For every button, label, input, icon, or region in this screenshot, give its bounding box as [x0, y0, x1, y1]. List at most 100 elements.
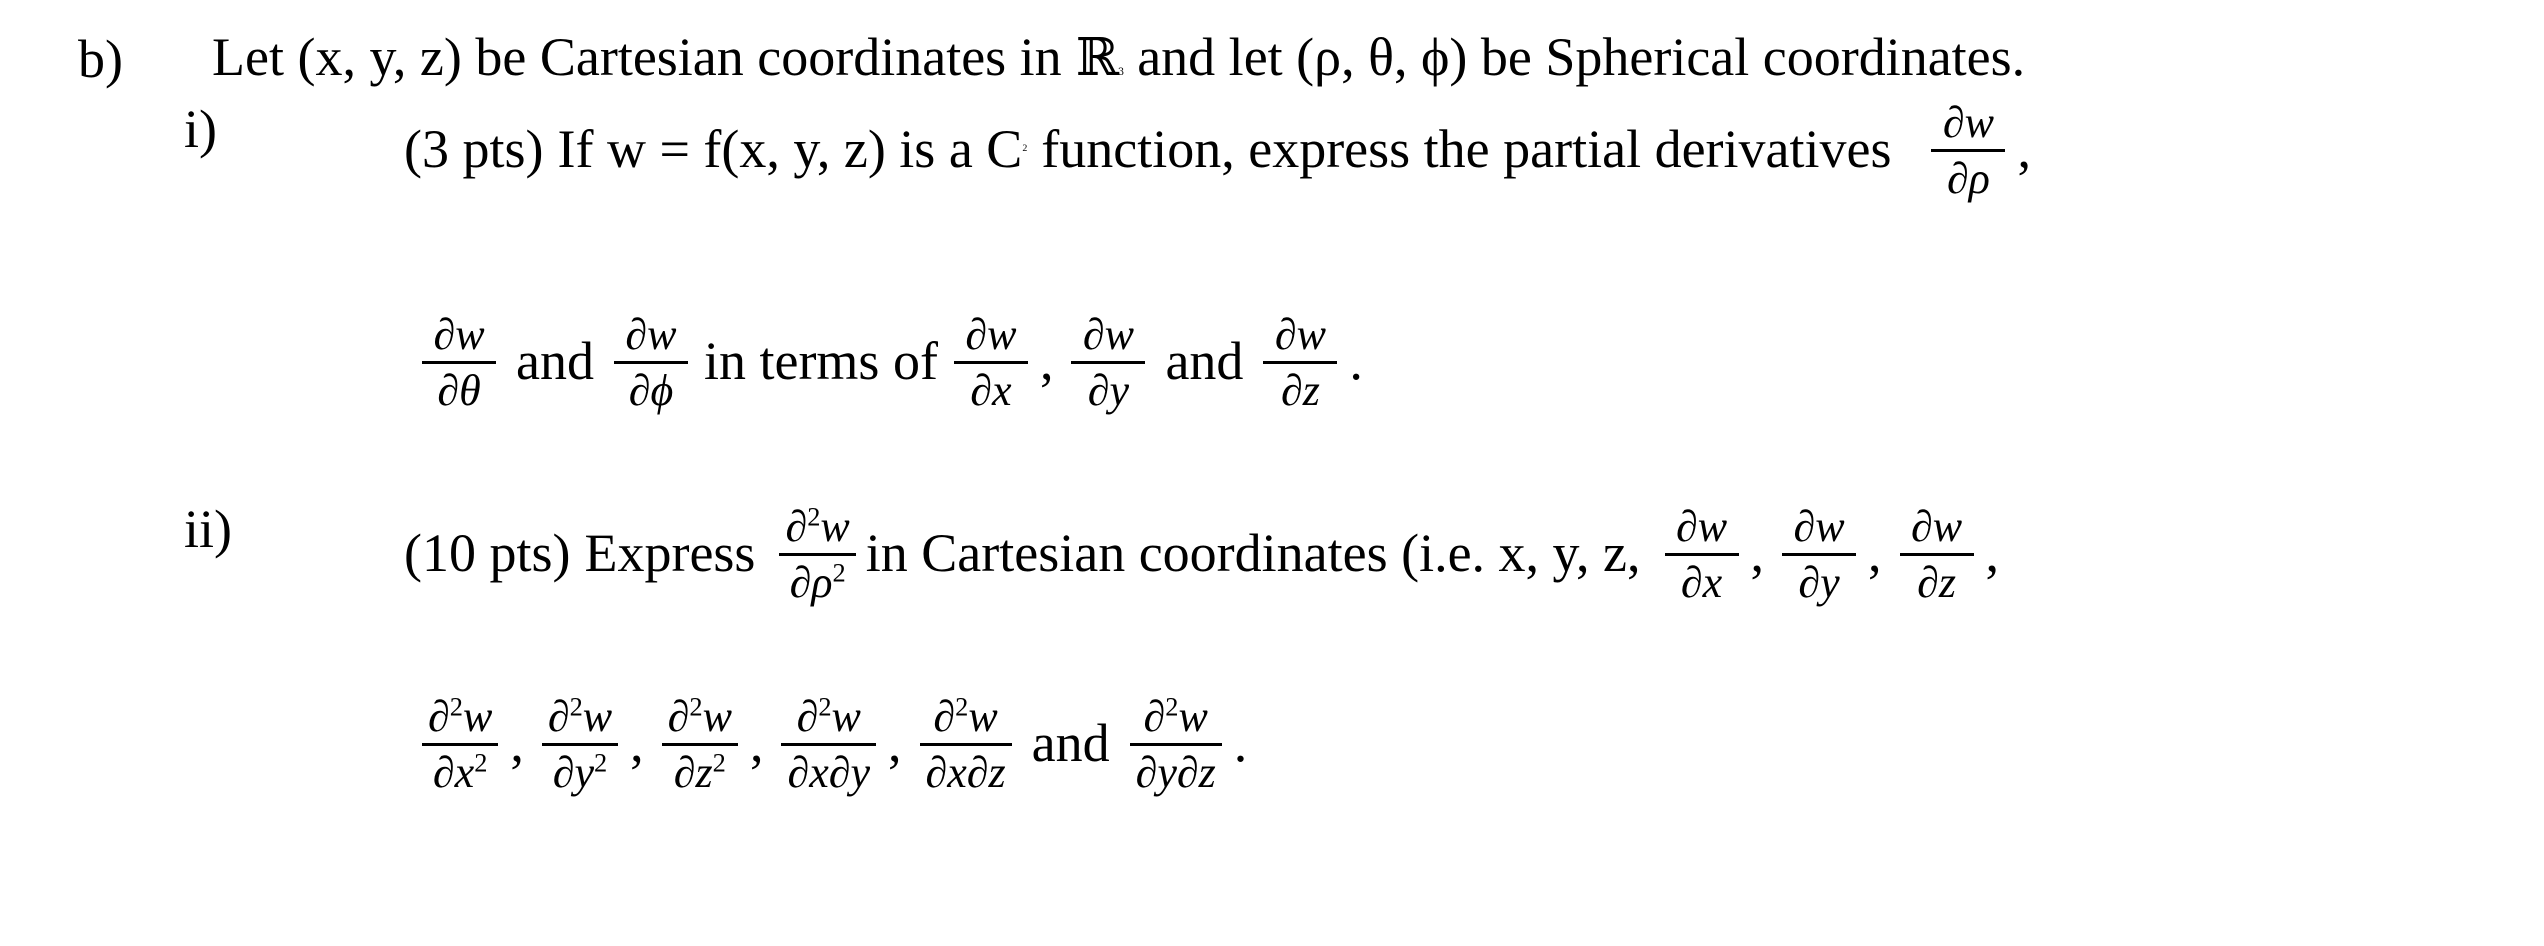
document-page: b) Let (x, y, z) be Cartesian coordinate… — [0, 0, 2544, 946]
partial-symbol: ∂ — [1680, 558, 1703, 608]
fraction-numerator: ∂w — [1077, 310, 1140, 361]
denominator-variable: θ — [459, 366, 481, 416]
trailing-period: . — [1233, 712, 1248, 773]
trailing-period: . — [1349, 330, 1363, 391]
intro-text-2: and let (ρ, θ, ϕ) be Spherical coordinat… — [1137, 27, 2026, 87]
partial-symbol: ∂ — [428, 692, 450, 741]
numerator-variable: w — [1104, 310, 1134, 359]
denominator-variable: ρ — [811, 558, 833, 608]
numerator-variable: w — [462, 692, 493, 741]
numerator-variable: w — [647, 310, 677, 359]
trailing-comma: , — [630, 712, 644, 773]
numerator-variable: w — [702, 692, 732, 741]
fraction-numerator: ∂w — [1670, 502, 1733, 553]
subpart-ii-text: in Cartesian coordinates (i.e. x, y, z, — [865, 522, 1641, 583]
fraction-denominator: ∂ϕ — [623, 364, 680, 415]
partial-symbol: ∂ — [796, 692, 819, 741]
fraction-denominator: ∂y — [1082, 364, 1135, 415]
fraction-d2w-dz2: ∂2w ∂z2 — [661, 692, 738, 798]
subpart-ii-line-2: ∂2w ∂x2 , ∂2w ∂y2 , ∂2w ∂z2 , ∂2w ∂x∂y ,… — [412, 690, 1255, 798]
fraction-numerator: ∂2w — [779, 502, 855, 553]
partial-symbol: ∂ — [1942, 98, 1965, 147]
partial-symbol: ∂ — [1793, 502, 1816, 551]
fraction-denominator: ∂z2 — [668, 746, 732, 797]
subpart-i-line-2: ∂w ∂θ and ∂w ∂ϕ in terms of ∂w ∂x , ∂w ∂… — [412, 308, 1371, 416]
fraction-numerator: ∂w — [1269, 310, 1332, 361]
denominator-exponent: 2 — [594, 747, 608, 778]
fraction-dw-dx: ∂w ∂x — [953, 310, 1028, 416]
fraction-d2w-dy2: ∂2w ∂y2 — [541, 692, 619, 798]
numerator-exponent: 2 — [569, 691, 583, 722]
fraction-numerator: ∂2w — [791, 692, 867, 743]
fraction-numerator: ∂w — [1905, 502, 1968, 553]
numerator-variable: w — [987, 310, 1017, 359]
part-label-b: b) — [78, 29, 123, 89]
fraction-numerator: ∂2w — [927, 692, 1003, 743]
fraction-dw-dphi: ∂w ∂ϕ — [613, 310, 688, 416]
fraction-numerator: ∂w — [427, 310, 490, 361]
numerator-variable: w — [1932, 502, 1963, 551]
fraction-denominator: ∂y2 — [547, 746, 613, 797]
fraction-d2w-dydz: ∂2w ∂y∂z — [1129, 692, 1222, 798]
trailing-comma: , — [1750, 522, 1765, 583]
partial-symbol: ∂ — [1798, 558, 1821, 608]
partial-symbol: ∂ — [432, 748, 455, 798]
numerator-variable: w — [1964, 98, 1995, 147]
numerator-exponent: 2 — [449, 691, 463, 722]
subpart-ii-points: (10 pts) — [404, 522, 571, 583]
partial-symbol: ∂ — [625, 310, 648, 359]
partial-symbol: ∂ — [1675, 502, 1698, 551]
denominator-variable: x — [454, 748, 475, 798]
fraction-denominator: ∂y∂z — [1130, 746, 1222, 797]
conjunction-and: and — [1031, 712, 1110, 773]
fraction-denominator: ∂x — [1675, 556, 1728, 607]
trailing-comma: , — [2017, 118, 2031, 179]
denominator-variable: ϕ — [650, 366, 674, 416]
fraction-d2w-dxdz: ∂2w ∂x∂z — [919, 692, 1012, 798]
denominator-variable: z — [1938, 558, 1956, 608]
trailing-comma: , — [749, 712, 764, 773]
denominator-variable: y — [1109, 366, 1130, 416]
denominator-variable: ρ — [1968, 154, 1990, 204]
subpart-label-ii: ii) — [184, 499, 232, 559]
fraction-denominator: ∂x∂y — [781, 746, 876, 797]
fraction-denominator: ∂z — [1911, 556, 1962, 607]
subpart-i-line-1: (3 pts) If w = f(x, y, z) is a C2 functi… — [404, 98, 2031, 204]
trailing-comma: , — [1985, 522, 2000, 583]
fraction-dw-dy: ∂w ∂y — [1782, 502, 1857, 608]
denominator-variable: y — [574, 748, 594, 798]
denominator-variable: z — [695, 748, 713, 798]
fraction-numerator: ∂2w — [422, 692, 498, 743]
numerator-variable: w — [968, 692, 998, 741]
partial-symbol: ∂ — [1135, 748, 1158, 798]
fraction-denominator: ∂z — [1275, 364, 1326, 415]
trailing-comma: , — [888, 712, 902, 773]
numerator-variable: w — [1178, 692, 1208, 741]
subpart-ii-verb: Express — [584, 522, 756, 583]
subpart-label-i: i) — [184, 99, 217, 159]
fraction-numerator: ∂2w — [1138, 692, 1214, 743]
real-numbers-symbol: ℝ — [1075, 28, 1119, 88]
fraction-d2w-dx2: ∂2w ∂x 2 — [422, 692, 499, 798]
numerator-exponent: 2 — [818, 691, 832, 722]
fraction-dw-dx: ∂w ∂x — [1664, 502, 1739, 608]
subpart-i-points: (3 pts) — [404, 118, 544, 179]
numerator-variable: w — [831, 692, 861, 741]
fraction-numerator: ∂w — [619, 310, 682, 361]
partial-symbol: ∂ — [1280, 366, 1303, 416]
fraction-denominator: ∂x∂z — [920, 746, 1012, 797]
partial-symbol: ∂ — [673, 748, 696, 798]
numerator-exponent: 2 — [807, 501, 821, 532]
partial-symbol: ∂ — [965, 310, 988, 359]
numerator-variable: w — [1296, 310, 1326, 359]
partial-symbol: ∂ — [789, 558, 812, 608]
partial-symbol: ∂ — [925, 748, 948, 798]
fraction-numerator: ∂2w — [542, 692, 618, 743]
denominator-variable: x∂z — [947, 748, 1006, 798]
partial-symbol: ∂ — [667, 692, 690, 741]
subpart-ii-line-1: (10 pts) Express ∂2w ∂ρ2 in Cartesian co… — [404, 500, 2007, 608]
partial-symbol: ∂ — [433, 310, 456, 359]
trailing-comma: , — [1039, 330, 1054, 391]
fraction-dw-dtheta: ∂w ∂θ — [422, 310, 496, 416]
subpart-i-text-a: If w = f(x, y, z) is a C — [557, 118, 1023, 179]
